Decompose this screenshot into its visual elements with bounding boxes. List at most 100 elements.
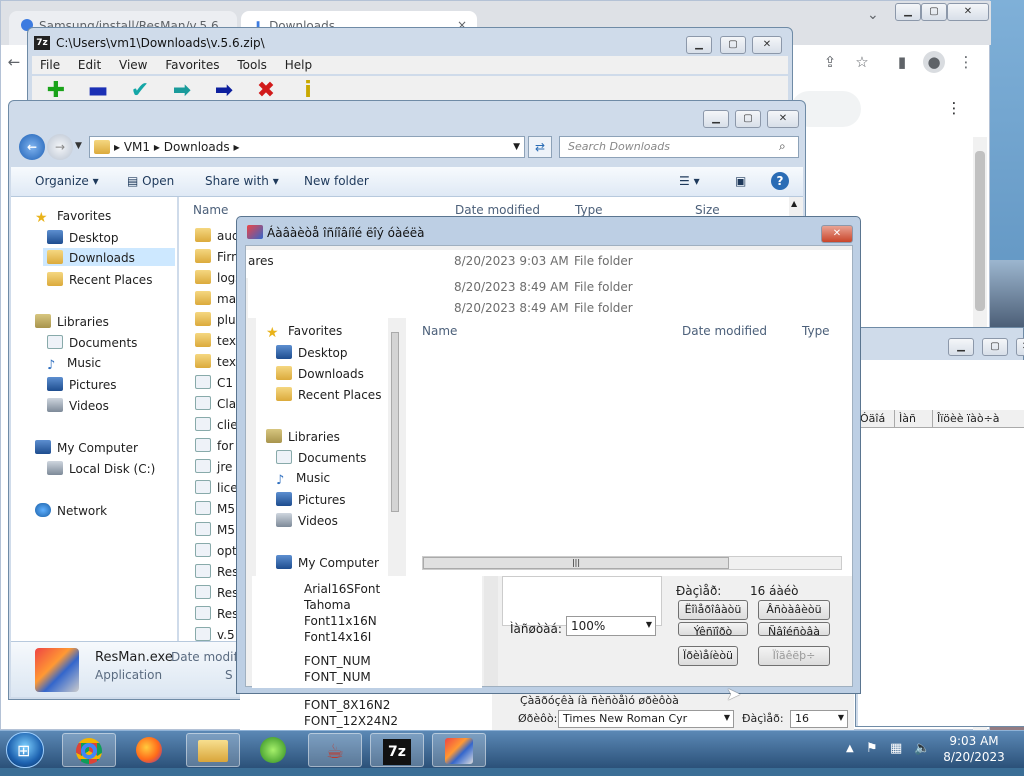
zoom-dropdown-icon[interactable]: ▼ [646, 620, 652, 629]
taskbar-7zip[interactable]: 7z [370, 733, 424, 767]
font-size-dropdown-icon[interactable]: ▼ [838, 713, 844, 722]
dlg-nav-pictures[interactable]: Pictures [276, 492, 346, 507]
nav-my-computer[interactable]: My Computer [35, 440, 138, 455]
taskbar-media[interactable] [246, 733, 300, 767]
chevron-down-icon[interactable]: ⌄ [867, 7, 879, 23]
renumber-button[interactable]: Ëîìåðîâàòü [678, 600, 748, 620]
dlg-nav-favorites[interactable]: ★ Favorites [266, 324, 342, 341]
nav-network[interactable]: Network [35, 503, 107, 518]
nav-local-disk[interactable]: Local Disk (C:) [47, 461, 155, 476]
font-item[interactable]: Font11x16N [304, 614, 380, 630]
col-date-modified[interactable]: Date modified [455, 203, 540, 217]
font-item[interactable]: Tahoma [304, 598, 380, 614]
insert-button[interactable]: Âñòàâèòü [758, 600, 830, 620]
col-name[interactable]: Name [193, 203, 228, 217]
action-center-icon[interactable]: ⚑ [866, 741, 878, 756]
sidepanel-icon[interactable]: ▮ [891, 51, 913, 73]
dlg-nav-recent[interactable]: Recent Places [276, 387, 381, 402]
font-dropdown-icon[interactable]: ▼ [724, 713, 730, 722]
breadcrumb-downloads[interactable]: Downloads [164, 140, 230, 154]
h-scroll-thumb[interactable]: ||| [423, 557, 729, 569]
col-udob[interactable]: Óäîá [860, 410, 885, 427]
dialog-nav-scrollbar[interactable] [388, 318, 402, 576]
chrome-minimize-button[interactable]: ▁ [895, 3, 921, 21]
star-icon[interactable]: ☆ [851, 51, 873, 73]
col-type[interactable]: Type [575, 203, 603, 217]
dlg-nav-desktop[interactable]: Desktop [276, 345, 348, 360]
dlg-nav-videos[interactable]: Videos [276, 513, 338, 528]
zoom-select[interactable]: 100% ▼ [566, 616, 656, 636]
font-size-select[interactable]: 16 ▼ [790, 710, 848, 728]
font-item[interactable]: Font14x16I [304, 630, 380, 646]
dlg-nav-downloads[interactable]: Downloads [276, 366, 364, 381]
menu-file[interactable]: File [40, 58, 60, 72]
dialog-h-scrollbar[interactable]: ||| [422, 556, 842, 570]
clock[interactable]: 9:03 AM 8/20/2023 [936, 733, 1012, 765]
nav-music[interactable]: ♪ Music [47, 356, 101, 373]
nav-documents[interactable]: Documents [47, 335, 137, 350]
taskbar-resman[interactable] [432, 733, 486, 767]
col-size[interactable]: Size [695, 203, 720, 217]
font-item-8x16[interactable]: FONT_8X16N2 [304, 698, 390, 712]
start-button[interactable]: ⊞ [6, 732, 44, 768]
properties-button[interactable]: Ñâîéñòâà [758, 622, 830, 636]
taskbar-chrome[interactable] [62, 733, 116, 767]
sevenzip-minimize-button[interactable]: ▁ [686, 36, 712, 54]
search-input[interactable]: Search Downloads [559, 136, 799, 158]
apply-button[interactable]: Ïðèìåíèòü [678, 646, 738, 666]
menu-tools[interactable]: Tools [237, 58, 267, 72]
network-tray-icon[interactable]: ▦ [890, 741, 902, 756]
nav-scroll-thumb[interactable] [391, 332, 399, 512]
nav-downloads[interactable]: Downloads [43, 248, 175, 266]
nav-favorites[interactable]: ★ Favorites [35, 209, 111, 226]
address-bar[interactable]: ▸ VM1 ▸ Downloads ▸ ▼ [89, 136, 525, 158]
nav-libraries[interactable]: Libraries [35, 314, 109, 329]
help-icon[interactable]: ? [771, 172, 789, 190]
font-item[interactable]: FONT_NUM [304, 670, 380, 686]
chrome-close-button[interactable]: ✕ [947, 3, 989, 21]
taskbar-java[interactable]: ☕ [308, 733, 362, 767]
more-menu-icon[interactable]: ⋮ [955, 51, 977, 73]
recent-pages-icon[interactable]: ▼ [75, 141, 82, 151]
nav-pictures[interactable]: Pictures [47, 377, 117, 392]
sevenzip-maximize-button[interactable]: ▢ [720, 36, 746, 54]
nav-recent-places[interactable]: Recent Places [47, 272, 152, 287]
nav-videos[interactable]: Videos [47, 398, 109, 413]
share-with-button[interactable]: Share with ▾ [205, 174, 279, 188]
view-options-icon[interactable]: ☰ ▾ [679, 174, 700, 188]
chrome-maximize-button[interactable]: ▢ [921, 3, 947, 21]
preview-pane-icon[interactable]: ▣ [735, 174, 746, 188]
col-options[interactable]: Îïöèè ïàò÷à [932, 410, 1000, 427]
dialog-close-button[interactable]: ✕ [821, 225, 853, 243]
address-dropdown-icon[interactable]: ▼ [513, 137, 520, 157]
export-button[interactable]: Ýêñïîðò [678, 622, 748, 636]
profile-icon[interactable]: ● [923, 51, 945, 73]
dlg-nav-computer[interactable]: My Computer [276, 555, 379, 570]
menu-edit[interactable]: Edit [78, 58, 101, 72]
dlg-nav-music[interactable]: ♪ Music [276, 471, 330, 488]
dlg-col-name[interactable]: Name [422, 324, 457, 338]
search-icon[interactable]: ⌕ [779, 139, 786, 154]
back-icon[interactable]: ← [3, 51, 25, 73]
new-folder-button[interactable]: New folder [304, 174, 369, 188]
sevenzip-close-button[interactable]: ✕ [752, 36, 782, 54]
font-item[interactable]: Arial16SFont [304, 582, 380, 598]
font-item[interactable]: FONT_NUM [304, 654, 380, 670]
dlg-col-type[interactable]: Type [802, 324, 830, 338]
volume-icon[interactable]: 🔈 [914, 741, 930, 756]
dlg-nav-libraries[interactable]: Libraries [266, 429, 340, 444]
breadcrumb-vm1[interactable]: VM1 [124, 140, 150, 154]
explorer-maximize-button[interactable]: ▢ [735, 110, 761, 128]
scroll-up-icon[interactable]: ▲ [791, 199, 797, 208]
col-mas[interactable]: Ìàñ [894, 410, 916, 427]
share-icon[interactable]: ⇪ [819, 51, 841, 73]
menu-help[interactable]: Help [285, 58, 312, 72]
kebab-icon[interactable]: ⋮ [943, 97, 965, 119]
dlg-col-date[interactable]: Date modified [682, 324, 767, 338]
menu-favorites[interactable]: Favorites [165, 58, 219, 72]
font-tree-scrollbar[interactable] [484, 576, 498, 686]
dlg-nav-documents[interactable]: Documents [276, 450, 366, 465]
scrollbar-thumb[interactable] [975, 151, 985, 311]
menu-view[interactable]: View [119, 58, 147, 72]
back-arrow-icon[interactable]: ← [19, 134, 45, 160]
